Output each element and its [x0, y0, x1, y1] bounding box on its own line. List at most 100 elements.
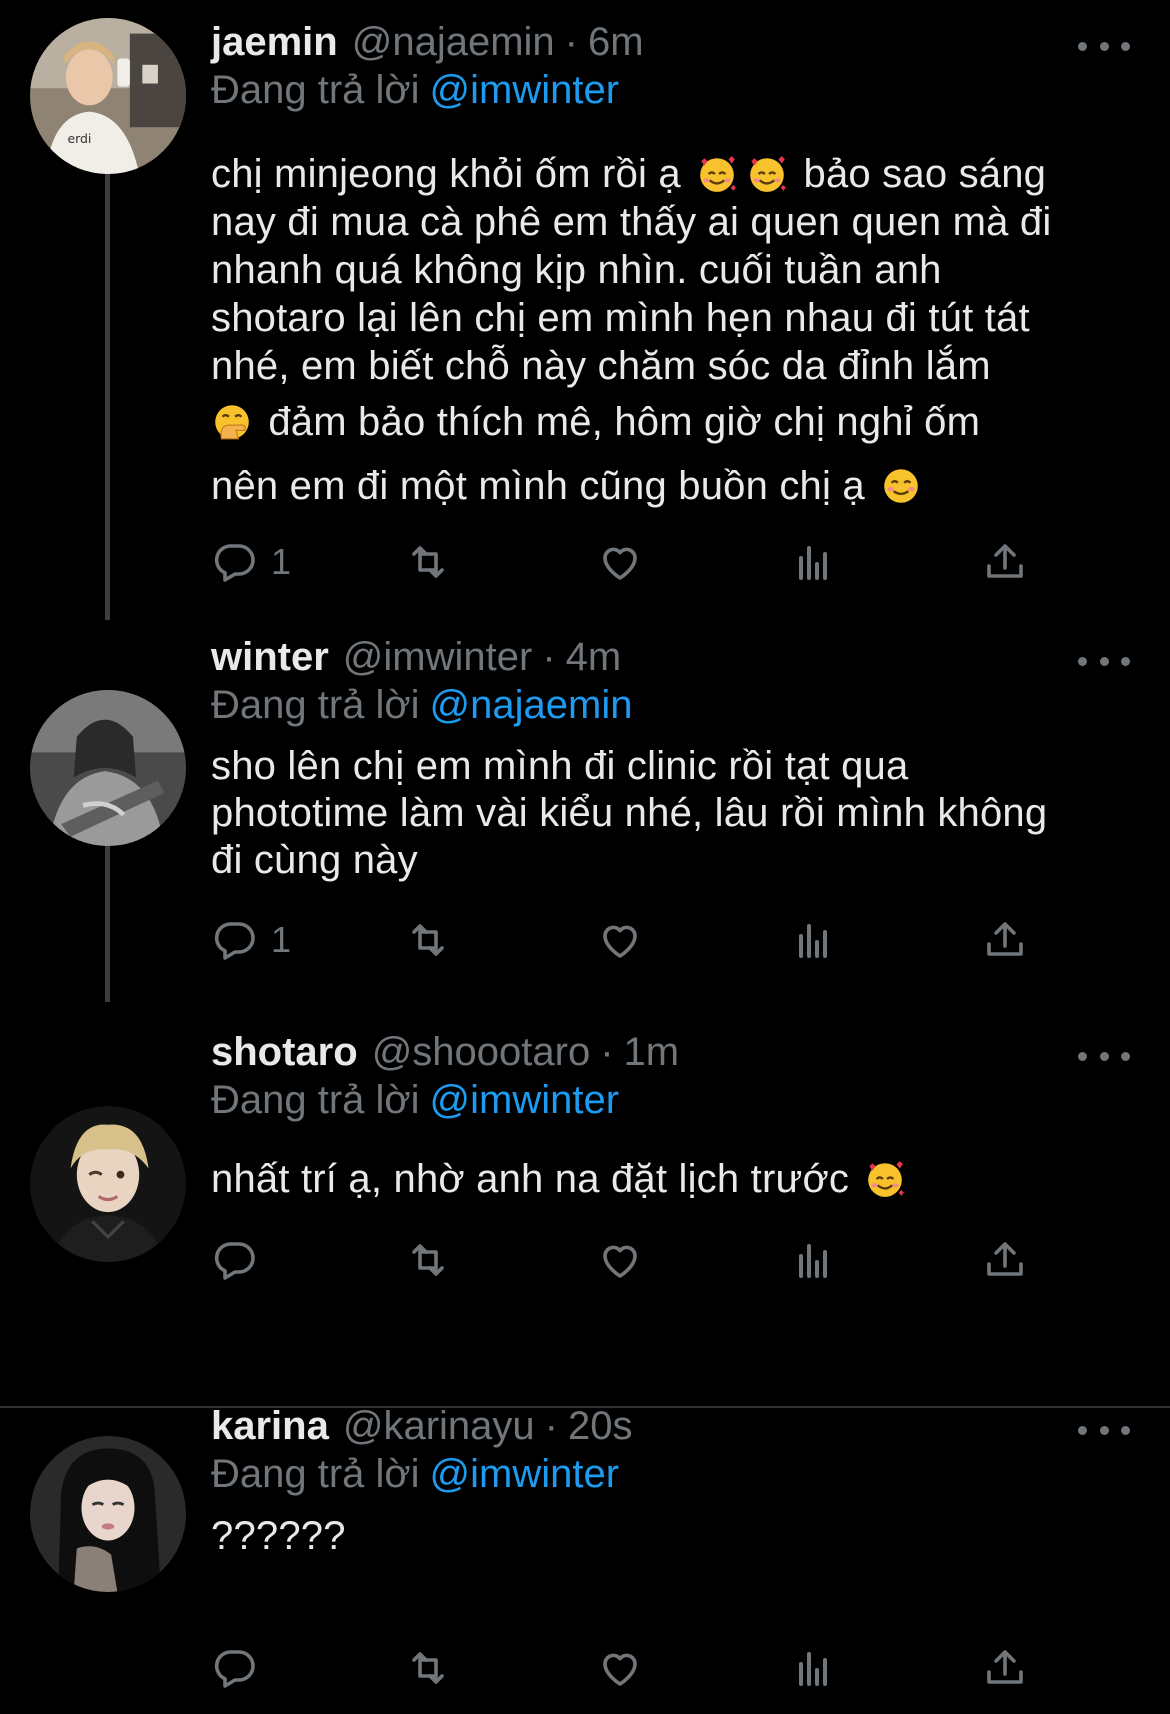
more-options-icon[interactable]: [1078, 1410, 1130, 1450]
share-icon: [987, 1650, 1023, 1684]
display-name[interactable]: winter: [211, 631, 329, 683]
tweet-actions: [211, 1640, 1071, 1696]
views-icon: [799, 1244, 827, 1278]
display-name[interactable]: jaemin: [211, 16, 338, 68]
views-button[interactable]: [789, 534, 837, 590]
avatar[interactable]: [30, 690, 186, 846]
tweet-text-line: đảm bảo thích mê, hôm giờ chị nghỉ ốm: [211, 390, 1141, 454]
reply-button[interactable]: [211, 1640, 271, 1696]
tweet-text-line: phototime làm vài kiểu nhé, lâu rồi mình…: [211, 791, 1048, 835]
replying-to-label: Đang trả lời: [211, 68, 420, 112]
user-handle[interactable]: @karinayu: [343, 1400, 535, 1452]
views-button[interactable]: [789, 1232, 837, 1288]
tweet-text-line: nhanh quá không kịp nhìn. cuối tuần anh: [211, 248, 942, 292]
reply-button[interactable]: 1: [211, 912, 291, 968]
user-handle[interactable]: @najaemin: [352, 16, 555, 68]
retweet-icon: [412, 924, 444, 956]
tweet-text-line: nhé, em biết chỗ này chăm sóc da đỉnh lắ…: [211, 344, 991, 388]
like-icon: [603, 925, 637, 958]
avatar[interactable]: erdi: [30, 18, 186, 174]
replying-to-mention[interactable]: @imwinter: [430, 1078, 620, 1122]
tweet-header: winter @imwinter · 4m: [211, 631, 1130, 683]
tweet-actions: 1: [211, 912, 1071, 968]
reply-icon: [214, 1650, 255, 1688]
tweet-text-line: ??????: [211, 1514, 346, 1558]
replying-to-mention[interactable]: @imwinter: [430, 68, 620, 112]
share-icon: [987, 544, 1023, 578]
views-button[interactable]: [789, 1640, 837, 1696]
like-icon: [603, 1653, 637, 1686]
replying-to-label: Đang trả lời: [211, 1078, 420, 1122]
share-button[interactable]: [981, 1640, 1029, 1696]
separator-dot: ·: [544, 1404, 558, 1448]
reply-icon: [214, 1242, 255, 1280]
timestamp[interactable]: 6m: [588, 16, 644, 68]
views-icon: [799, 1652, 827, 1686]
tweet-header: shotaro @shoootaro · 1m: [211, 1026, 1130, 1078]
tweet-text: sho lên chị em mình đi clinic rồi tạt qu…: [211, 743, 1141, 884]
tweet-shotaro[interactable]: shotaro @shoootaro · 1m Đang trả lời @imw…: [0, 1030, 1170, 1408]
timestamp[interactable]: 1m: [624, 1026, 680, 1078]
retweet-button[interactable]: [404, 1640, 452, 1696]
timestamp[interactable]: 4m: [566, 631, 622, 683]
tweet-text-line: nhất trí ạ, nhờ anh na đặt lịch trước: [211, 1148, 1141, 1210]
tweet-winter[interactable]: winter @imwinter · 4m Đang trả lời @najae…: [0, 635, 1170, 1060]
user-handle[interactable]: @imwinter: [343, 631, 533, 683]
like-button[interactable]: [596, 1232, 644, 1288]
hand-over-mouth-icon: [211, 401, 253, 443]
replying-to: Đang trả lời @imwinter: [211, 64, 619, 116]
retweet-icon: [412, 1244, 444, 1276]
tweet-actions: [211, 1232, 1071, 1288]
tweet-text-line: nay đi mua cà phê em thấy ai quen quen m…: [211, 200, 1052, 244]
tweet-text: chị minjeong khỏi ốm rồi ạ bảo sao sáng …: [211, 150, 1141, 518]
smiling-face-with-hearts-icon: [746, 153, 788, 195]
retweet-button[interactable]: [404, 534, 452, 590]
reply-button[interactable]: 1: [211, 534, 291, 590]
replying-to-mention[interactable]: @najaemin: [430, 683, 633, 727]
replying-to: Đang trả lời @najaemin: [211, 679, 632, 731]
share-button[interactable]: [981, 534, 1029, 590]
share-icon: [987, 1242, 1023, 1276]
separator-dot: ·: [542, 635, 556, 679]
tweet-text-segment: nhất trí ạ, nhờ anh na đặt lịch trước: [211, 1157, 850, 1201]
more-options-icon[interactable]: [1078, 26, 1130, 66]
smiling-face-with-hearts-icon: [696, 153, 738, 195]
tweet-text-line: nên em đi một mình cũng buồn chị ạ: [211, 454, 1141, 518]
like-icon: [603, 1245, 637, 1278]
avatar[interactable]: [30, 1106, 186, 1262]
like-button[interactable]: [596, 534, 644, 590]
replying-to-mention[interactable]: @imwinter: [430, 1452, 620, 1496]
more-options-icon[interactable]: [1078, 1036, 1130, 1076]
reply-button[interactable]: [211, 1232, 271, 1288]
tweet-header: karina @karinayu · 20s: [211, 1400, 1130, 1452]
replying-to-label: Đang trả lời: [211, 1452, 420, 1496]
share-button[interactable]: [981, 1232, 1029, 1288]
tweet-text-line: chị minjeong khỏi ốm rồi ạ bảo sao sáng: [211, 150, 1141, 198]
tweet-text-segment: nên em đi một mình cũng buồn chị ạ: [211, 464, 865, 508]
retweet-button[interactable]: [404, 1232, 452, 1288]
karina-avatar: [30, 1436, 186, 1592]
tweet-text: ??????: [211, 1510, 1141, 1562]
user-handle[interactable]: @shoootaro: [372, 1026, 591, 1078]
reply-thread: erdi jaemin @najaemin · 6m Đang trả lời @…: [0, 0, 1170, 1714]
views-button[interactable]: [789, 912, 837, 968]
views-icon: [799, 924, 827, 958]
reply-count: 1: [271, 919, 292, 960]
share-button[interactable]: [981, 912, 1029, 968]
timestamp[interactable]: 20s: [568, 1400, 633, 1452]
tweet-karina[interactable]: karina @karinayu · 20s Đang trả lời @imwi…: [0, 1404, 1170, 1714]
shotaro-avatar: [30, 1106, 186, 1262]
jaemin-avatar: erdi: [30, 18, 186, 174]
display-name[interactable]: karina: [211, 1400, 329, 1452]
like-icon: [603, 547, 637, 580]
retweet-icon: [412, 546, 444, 578]
like-button[interactable]: [596, 912, 644, 968]
retweet-button[interactable]: [404, 912, 452, 968]
tweet-text-line: đi cùng này: [211, 838, 418, 882]
more-options-icon[interactable]: [1078, 641, 1130, 681]
display-name[interactable]: shotaro: [211, 1026, 358, 1078]
like-button[interactable]: [596, 1640, 644, 1696]
share-icon: [987, 922, 1023, 956]
tweet-jaemin[interactable]: erdi jaemin @najaemin · 6m Đang trả lời @…: [0, 0, 1170, 660]
avatar[interactable]: [30, 1436, 186, 1592]
